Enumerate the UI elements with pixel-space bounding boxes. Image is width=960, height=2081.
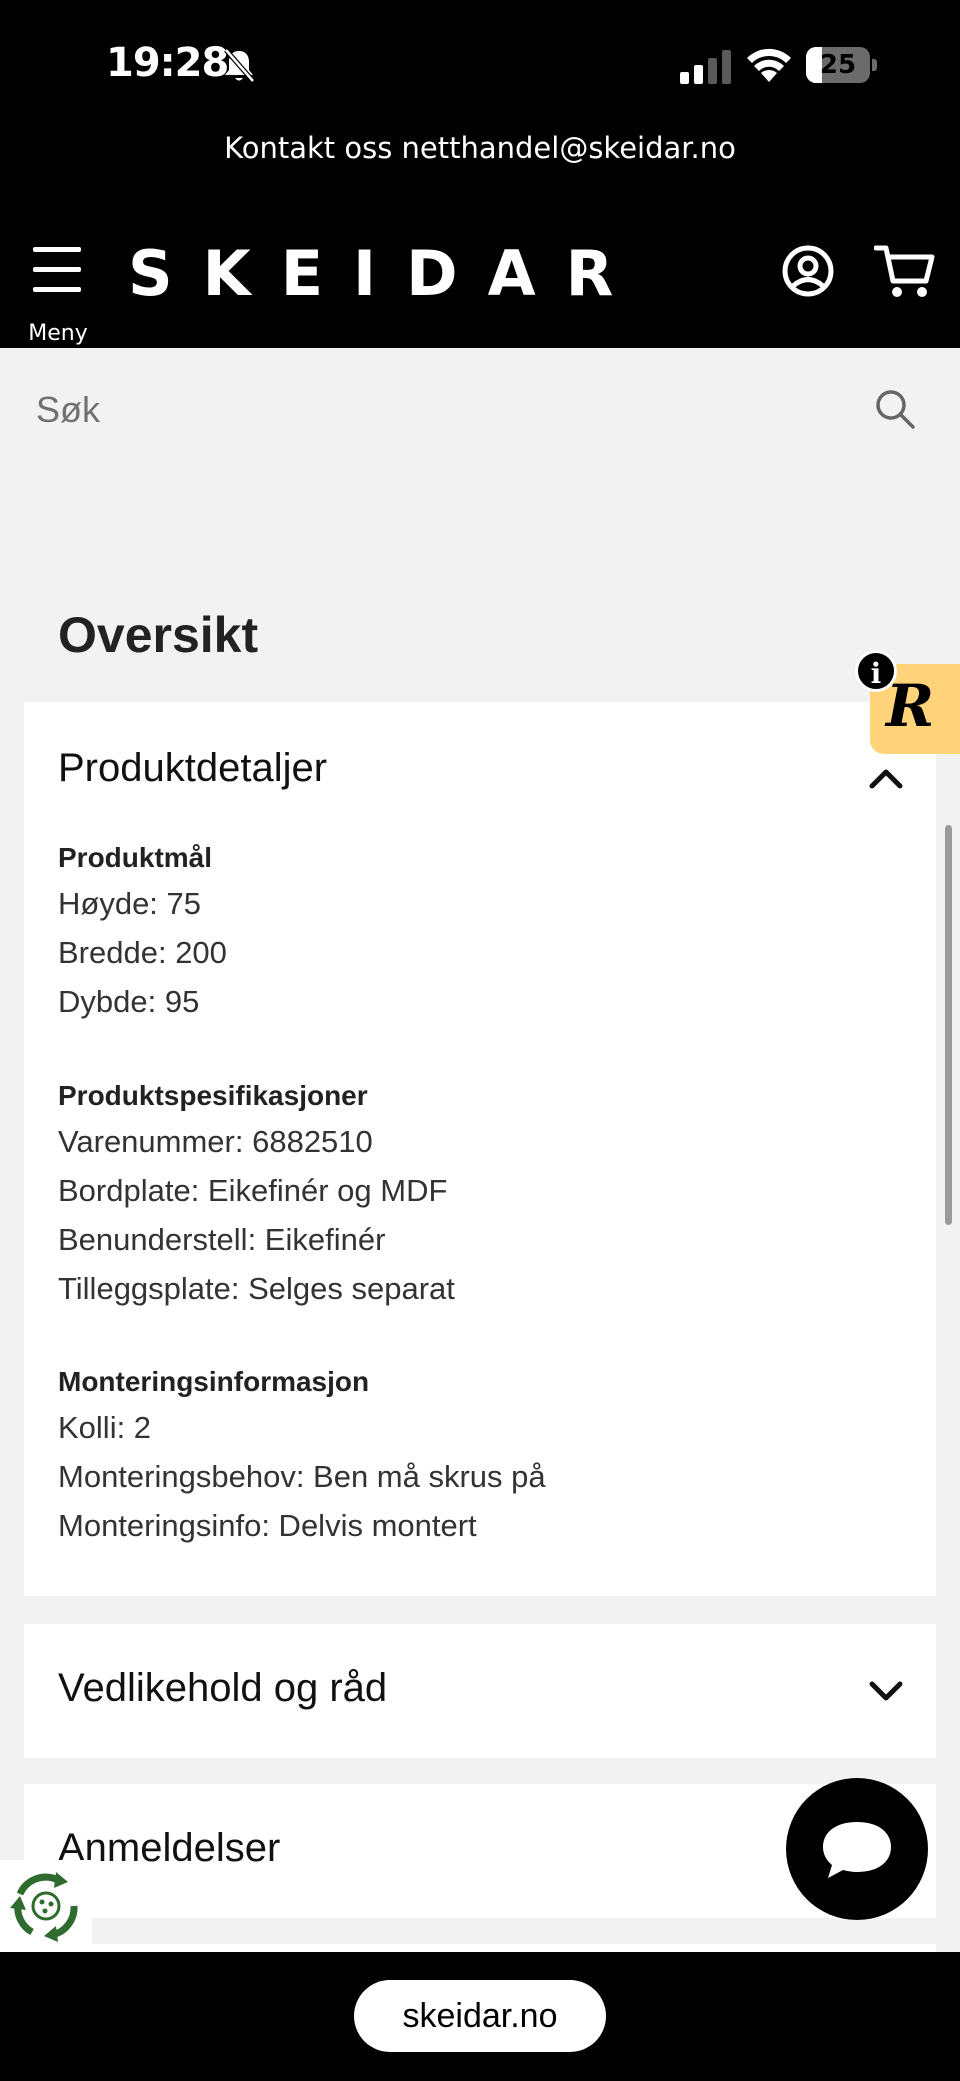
battery-icon: 25 xyxy=(806,47,877,83)
account-icon[interactable] xyxy=(782,245,834,297)
menu-button[interactable]: Meny xyxy=(28,245,88,346)
detail-line: Varenummer: 6882510 xyxy=(58,1124,373,1159)
detail-line: Monteringsbehov: Ben må skrus på xyxy=(58,1459,546,1494)
search-bar xyxy=(0,348,960,474)
status-bar: 19:28 25 xyxy=(0,0,960,130)
contact-banner: Kontakt oss netthandel@skeidar.no xyxy=(0,130,960,225)
wifi-icon xyxy=(747,48,791,82)
detail-line: Benunderstell: Eikefinér xyxy=(58,1222,386,1257)
detail-line: Bordplate: Eikefinér og MDF xyxy=(58,1173,448,1208)
signal-icon xyxy=(680,50,731,84)
next-accordion xyxy=(24,1944,936,1952)
battery-level: 25 xyxy=(819,50,857,80)
product-details-title[interactable]: Produktdetaljer xyxy=(58,746,327,791)
detail-group-heading: Produktspesifikasjoner xyxy=(58,1080,368,1111)
chat-bubble-icon xyxy=(823,1822,891,1878)
status-time: 19:28 xyxy=(106,40,229,86)
bell-slash-icon xyxy=(224,48,255,83)
detail-group-heading: Produktmål xyxy=(58,842,213,873)
detail-line: Kolli: 2 xyxy=(58,1410,152,1445)
detail-line: Bredde: 200 xyxy=(58,935,227,970)
info-icon[interactable]: i xyxy=(855,650,897,692)
recycle-icon xyxy=(10,1872,78,1942)
search-icon[interactable] xyxy=(874,388,916,430)
recycle-badge[interactable] xyxy=(0,1860,92,1952)
chevron-up-icon[interactable] xyxy=(868,766,904,790)
maintenance-title[interactable]: Vedlikehold og råd xyxy=(58,1666,387,1711)
search-input[interactable] xyxy=(36,384,836,436)
site-logo[interactable]: SKEIDAR xyxy=(128,237,643,310)
chat-button[interactable] xyxy=(786,1778,928,1920)
detail-line: Dybde: 95 xyxy=(58,984,200,1019)
cart-icon[interactable] xyxy=(874,243,936,301)
scrollbar[interactable] xyxy=(945,825,952,1225)
detail-line: Monteringsinfo: Delvis montert xyxy=(58,1508,477,1543)
detail-line: Høyde: 75 xyxy=(58,886,202,921)
contact-text[interactable]: Kontakt oss netthandel@skeidar.no xyxy=(0,130,960,166)
chevron-down-icon[interactable] xyxy=(868,1680,904,1704)
detail-line: Tilleggsplate: Selges separat xyxy=(58,1271,455,1306)
maintenance-accordion[interactable]: Vedlikehold og råd xyxy=(24,1624,936,1758)
detail-group-heading: Monteringsinformasjon xyxy=(58,1366,370,1397)
overview-heading: Oversikt xyxy=(58,607,259,663)
browser-url-bar[interactable]: skeidar.no xyxy=(354,1980,606,2052)
site-header: Meny SKEIDAR xyxy=(0,225,960,348)
menu-label: Meny xyxy=(28,321,88,346)
